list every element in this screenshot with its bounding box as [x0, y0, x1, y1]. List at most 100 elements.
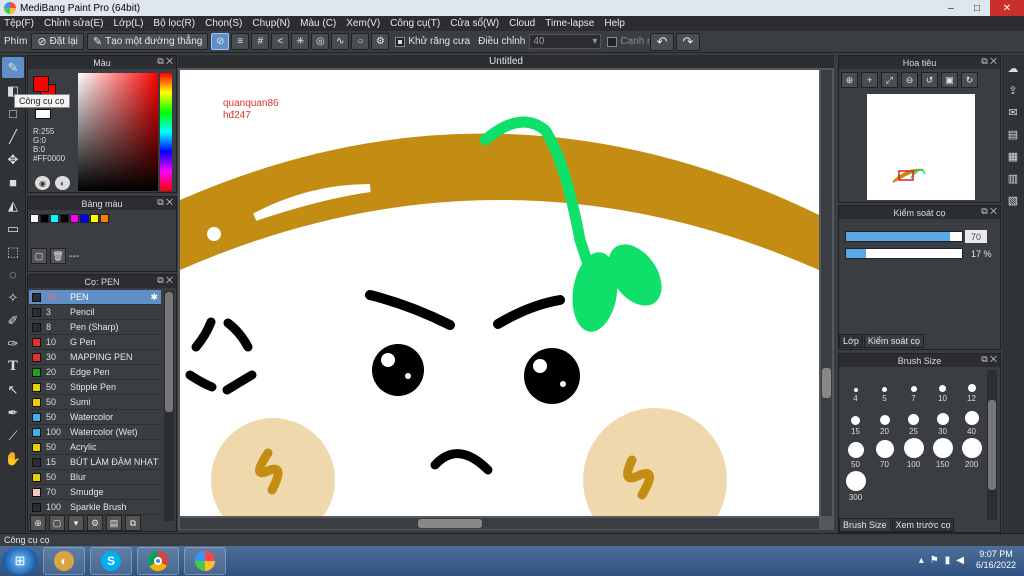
- line-tool[interactable]: ╱: [2, 126, 24, 147]
- snap-off-button[interactable]: ⊘: [211, 33, 230, 50]
- brush-list-item[interactable]: 50 Sumi: [29, 395, 161, 410]
- magic-wand-tool[interactable]: ✧: [2, 287, 24, 308]
- cloud-icon[interactable]: ☁: [1004, 59, 1022, 77]
- brush-list-item[interactable]: 50 Stipple Pen: [29, 380, 161, 395]
- brush-list-item[interactable]: 50 Watercolor: [29, 410, 161, 425]
- palette-swatch[interactable]: [60, 214, 69, 223]
- actual-size-icon[interactable]: ▣: [941, 72, 958, 88]
- duplicate-icon[interactable]: ⧉: [125, 515, 141, 531]
- snap-burst-button[interactable]: ✳: [291, 33, 310, 50]
- straight-line-button[interactable]: ✎ Tạo một đường thẳng: [86, 33, 209, 50]
- trash-icon[interactable]: 🗑: [50, 248, 66, 264]
- divide-tool[interactable]: ⟋: [2, 425, 24, 446]
- brush-size-option[interactable]: 20: [870, 403, 899, 436]
- brush-list-item[interactable]: 100 Sparkle Brush: [29, 500, 161, 515]
- shape-fill-tool[interactable]: ■: [2, 172, 24, 193]
- color-wheel-icon[interactable]: ◉: [35, 176, 50, 190]
- brush-settings-icon[interactable]: ⚙: [87, 515, 103, 531]
- palette-swatch[interactable]: [30, 214, 39, 223]
- brush-size-option[interactable]: 300: [841, 469, 870, 502]
- select-tool[interactable]: ⬚: [2, 241, 24, 262]
- tiles-icon[interactable]: ▧: [1004, 191, 1022, 209]
- close-button[interactable]: ✕: [990, 0, 1024, 16]
- brush-size-option[interactable]: 15: [841, 403, 870, 436]
- canvas-tab[interactable]: Untitled: [178, 55, 834, 68]
- saturation-value-picker[interactable]: [78, 73, 158, 191]
- brush-list-item[interactable]: 8 Pen (Sharp): [29, 320, 161, 335]
- brush-tool[interactable]: ✎: [2, 57, 24, 78]
- text-tool[interactable]: T: [2, 356, 24, 377]
- brush-size-scrollbar[interactable]: [987, 370, 997, 520]
- panel-controls[interactable]: ⧉ ✕: [981, 206, 997, 217]
- snap-radial-button[interactable]: <: [271, 33, 290, 50]
- brush-size-option[interactable]: 10: [928, 370, 957, 403]
- brush-list-item[interactable]: 30 MAPPING PEN: [29, 350, 161, 365]
- eyedropper-tool[interactable]: ✒: [2, 402, 24, 423]
- lasso-tool[interactable]: ◌: [2, 264, 24, 285]
- menu-cloud[interactable]: Cloud: [509, 18, 535, 29]
- select-pen-tool[interactable]: ✐: [2, 310, 24, 331]
- folder-icon[interactable]: ▤: [106, 515, 122, 531]
- menu-select[interactable]: Chọn(S): [205, 18, 242, 29]
- brush-list-item[interactable]: 50 Acrylic: [29, 440, 161, 455]
- menu-filter[interactable]: Bộ lọc(R): [153, 18, 195, 29]
- reset-button[interactable]: ⊘ Đặt lại: [31, 33, 84, 50]
- brush-list-item[interactable]: 20 Edge Pen: [29, 365, 161, 380]
- maximize-button[interactable]: □: [964, 0, 990, 16]
- layer-props-icon[interactable]: ▤: [1004, 125, 1022, 143]
- snap-curve-button[interactable]: ∿: [331, 33, 350, 50]
- menu-window[interactable]: Cửa sổ(W): [450, 18, 499, 29]
- redo-button[interactable]: ↷: [676, 33, 700, 51]
- palette-swatch[interactable]: [50, 214, 59, 223]
- brush-size-option[interactable]: 30: [928, 403, 957, 436]
- snap-grid-button[interactable]: #: [251, 33, 270, 50]
- palette-swatch[interactable]: [100, 214, 109, 223]
- brush-list-item[interactable]: 50 Blur: [29, 470, 161, 485]
- panel-controls[interactable]: ⧉ ✕: [157, 56, 173, 67]
- brush-list-item[interactable]: 70 Smudge: [29, 485, 161, 500]
- network-icon[interactable]: ▮: [945, 555, 951, 566]
- adjust-dropdown[interactable]: 40 ▾: [529, 34, 602, 49]
- edge-checkbox[interactable]: [607, 36, 618, 47]
- palette-swatch[interactable]: [40, 214, 49, 223]
- menu-snap[interactable]: Chụp(N): [252, 18, 290, 29]
- transparent-color-swatch[interactable]: [35, 109, 51, 119]
- brush-size-option[interactable]: 5: [870, 370, 899, 403]
- menu-tools[interactable]: Công cụ(T): [390, 18, 440, 29]
- palette-swatch[interactable]: [70, 214, 79, 223]
- taskbar-paint-app[interactable]: ◐: [43, 547, 85, 575]
- new-palette-icon[interactable]: ▢: [31, 248, 47, 264]
- navigator-preview[interactable]: [867, 94, 975, 200]
- menu-timelapse[interactable]: Time-lapse: [545, 18, 594, 29]
- brush-size-option[interactable]: 25: [899, 403, 928, 436]
- brush-size-option[interactable]: 100: [899, 436, 928, 469]
- taskbar-skype[interactable]: S: [90, 547, 132, 575]
- panel-controls[interactable]: ⧉ ✕: [157, 197, 173, 208]
- menu-file[interactable]: Tệp(F): [4, 18, 34, 29]
- canvas-vertical-scrollbar[interactable]: [821, 70, 832, 516]
- operation-tool[interactable]: ↖: [2, 379, 24, 400]
- palette-swatch[interactable]: [80, 214, 89, 223]
- brush-size-option[interactable]: 200: [957, 436, 986, 469]
- minimize-button[interactable]: –: [938, 0, 964, 16]
- foreground-color-swatch[interactable]: [33, 76, 49, 92]
- clock[interactable]: 9:07 PM 6/16/2022: [976, 549, 1016, 571]
- tray-arrow-icon[interactable]: ▴: [919, 555, 924, 566]
- snap-settings-button[interactable]: ⚙: [371, 33, 390, 50]
- hue-slider[interactable]: [160, 73, 172, 191]
- brush-size-option[interactable]: 4: [841, 370, 870, 403]
- start-button[interactable]: ⊞: [2, 547, 38, 575]
- volume-icon[interactable]: ◀: [956, 555, 964, 566]
- brush-list-item[interactable]: 100 Watercolor (Wet): [29, 425, 161, 440]
- security-icon[interactable]: ⚑: [930, 555, 939, 566]
- tab-layer[interactable]: Lớp: [839, 334, 863, 348]
- snap-circle-button[interactable]: ○: [351, 33, 370, 50]
- taskbar-medibang[interactable]: [184, 547, 226, 575]
- bucket-tool[interactable]: ◭: [2, 195, 24, 216]
- brush-list-item[interactable]: 15 BÚT LÀM ĐẬM NHẠT: [29, 455, 161, 470]
- drawing-canvas[interactable]: quanquan86 hđ247: [180, 70, 819, 516]
- zoom-in-small-icon[interactable]: +: [861, 72, 878, 88]
- canvas-horizontal-scrollbar[interactable]: [180, 518, 819, 529]
- select-eraser-tool[interactable]: ✑: [2, 333, 24, 354]
- panel-controls[interactable]: ⧉ ✕: [981, 354, 997, 365]
